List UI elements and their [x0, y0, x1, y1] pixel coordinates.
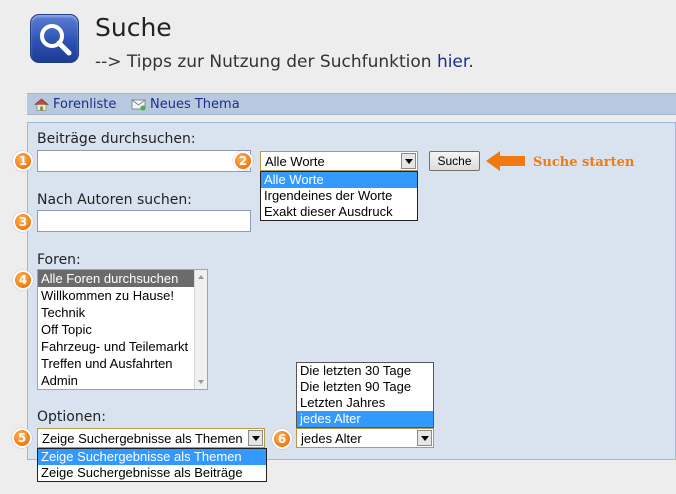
tips-suffix: .	[468, 52, 474, 72]
authors-search-input[interactable]	[37, 210, 251, 232]
badge-1: 1	[13, 151, 33, 171]
search-mode-option[interactable]: Alle Worte	[261, 172, 417, 188]
forum-list-item[interactable]: Treffen und Ausfahrten	[38, 355, 207, 372]
search-logo-icon	[30, 14, 79, 63]
badge-5: 5	[12, 428, 32, 448]
age-dropdown: Die letzten 30 Tage Die letzten 90 Tage …	[296, 362, 434, 428]
nav-new-topic-label: Neues Thema	[150, 97, 240, 112]
chevron-down-icon[interactable]	[401, 153, 416, 169]
chevron-down-icon[interactable]	[248, 430, 263, 446]
display-mode-dropdown: Zeige Suchergebnisse als Themen Zeige Su…	[37, 448, 267, 482]
badge-3: 3	[13, 212, 33, 232]
home-icon	[34, 98, 49, 111]
page-title: Suche	[95, 13, 172, 42]
forums-scrollbar[interactable]	[194, 270, 207, 389]
tips-text: --> Tipps zur Nutzung der Suchfunktion	[95, 52, 437, 72]
age-value: jedes Alter	[301, 431, 362, 446]
nav-forum-list-label: Forenliste	[53, 97, 117, 112]
tips-link[interactable]: hier	[437, 52, 468, 72]
display-mode-option[interactable]: Zeige Suchergebnisse als Beiträge	[38, 465, 266, 481]
forum-list-item[interactable]: Admin	[38, 372, 207, 389]
search-submit-button[interactable]: Suche	[429, 151, 480, 171]
nav-new-topic[interactable]: Neues Thema	[131, 97, 240, 112]
forums-label: Foren:	[37, 252, 81, 268]
search-start-callout: Suche starten	[533, 155, 635, 170]
search-mode-dropdown: Alle Worte Irgendeines der Worte Exakt d…	[260, 171, 418, 221]
age-select[interactable]: jedes Alter	[296, 428, 434, 448]
authors-search-label: Nach Autoren suchen:	[37, 192, 192, 208]
options-label: Optionen:	[37, 409, 106, 425]
chevron-down-icon[interactable]	[417, 430, 432, 446]
age-option[interactable]: Die letzten 90 Tage	[297, 379, 433, 395]
search-mode-select[interactable]: Alle Worte	[260, 151, 418, 171]
badge-6: 6	[272, 429, 292, 449]
posts-search-label: Beiträge durchsuchen:	[37, 131, 196, 147]
arrow-left-icon	[486, 150, 526, 172]
display-mode-option[interactable]: Zeige Suchergebnisse als Themen	[38, 449, 266, 465]
search-mode-option[interactable]: Exakt dieser Ausdruck	[261, 204, 417, 220]
age-option[interactable]: Die letzten 30 Tage	[297, 363, 433, 379]
forum-list-item[interactable]: Fahrzeug- und Teilemarkt	[38, 338, 207, 355]
nav-forum-list[interactable]: Forenliste	[34, 97, 116, 112]
display-mode-value: Zeige Suchergebnisse als Themen	[42, 431, 243, 446]
forum-list-item[interactable]: Technik	[38, 304, 207, 321]
forum-list-item[interactable]: Alle Foren durchsuchen	[38, 270, 207, 287]
scroll-up-icon[interactable]	[198, 275, 204, 279]
new-topic-icon	[131, 98, 146, 111]
forum-list-item[interactable]: Willkommen zu Hause!	[38, 287, 207, 304]
posts-search-input[interactable]	[37, 150, 251, 172]
nav-bar	[27, 93, 676, 115]
forums-listbox[interactable]: Alle Foren durchsuchen Willkommen zu Hau…	[37, 269, 208, 390]
search-mode-option[interactable]: Irgendeines der Worte	[261, 188, 417, 204]
age-option[interactable]: jedes Alter	[297, 411, 433, 427]
tips-line: --> Tipps zur Nutzung der Suchfunktion h…	[95, 52, 474, 72]
search-mode-value: Alle Worte	[265, 154, 325, 169]
badge-4: 4	[13, 270, 33, 290]
badge-2: 2	[233, 151, 253, 171]
age-option[interactable]: Letzten Jahres	[297, 395, 433, 411]
forum-list-item[interactable]: Off Topic	[38, 321, 207, 338]
display-mode-select[interactable]: Zeige Suchergebnisse als Themen	[37, 428, 265, 448]
scroll-down-icon[interactable]	[198, 380, 204, 384]
